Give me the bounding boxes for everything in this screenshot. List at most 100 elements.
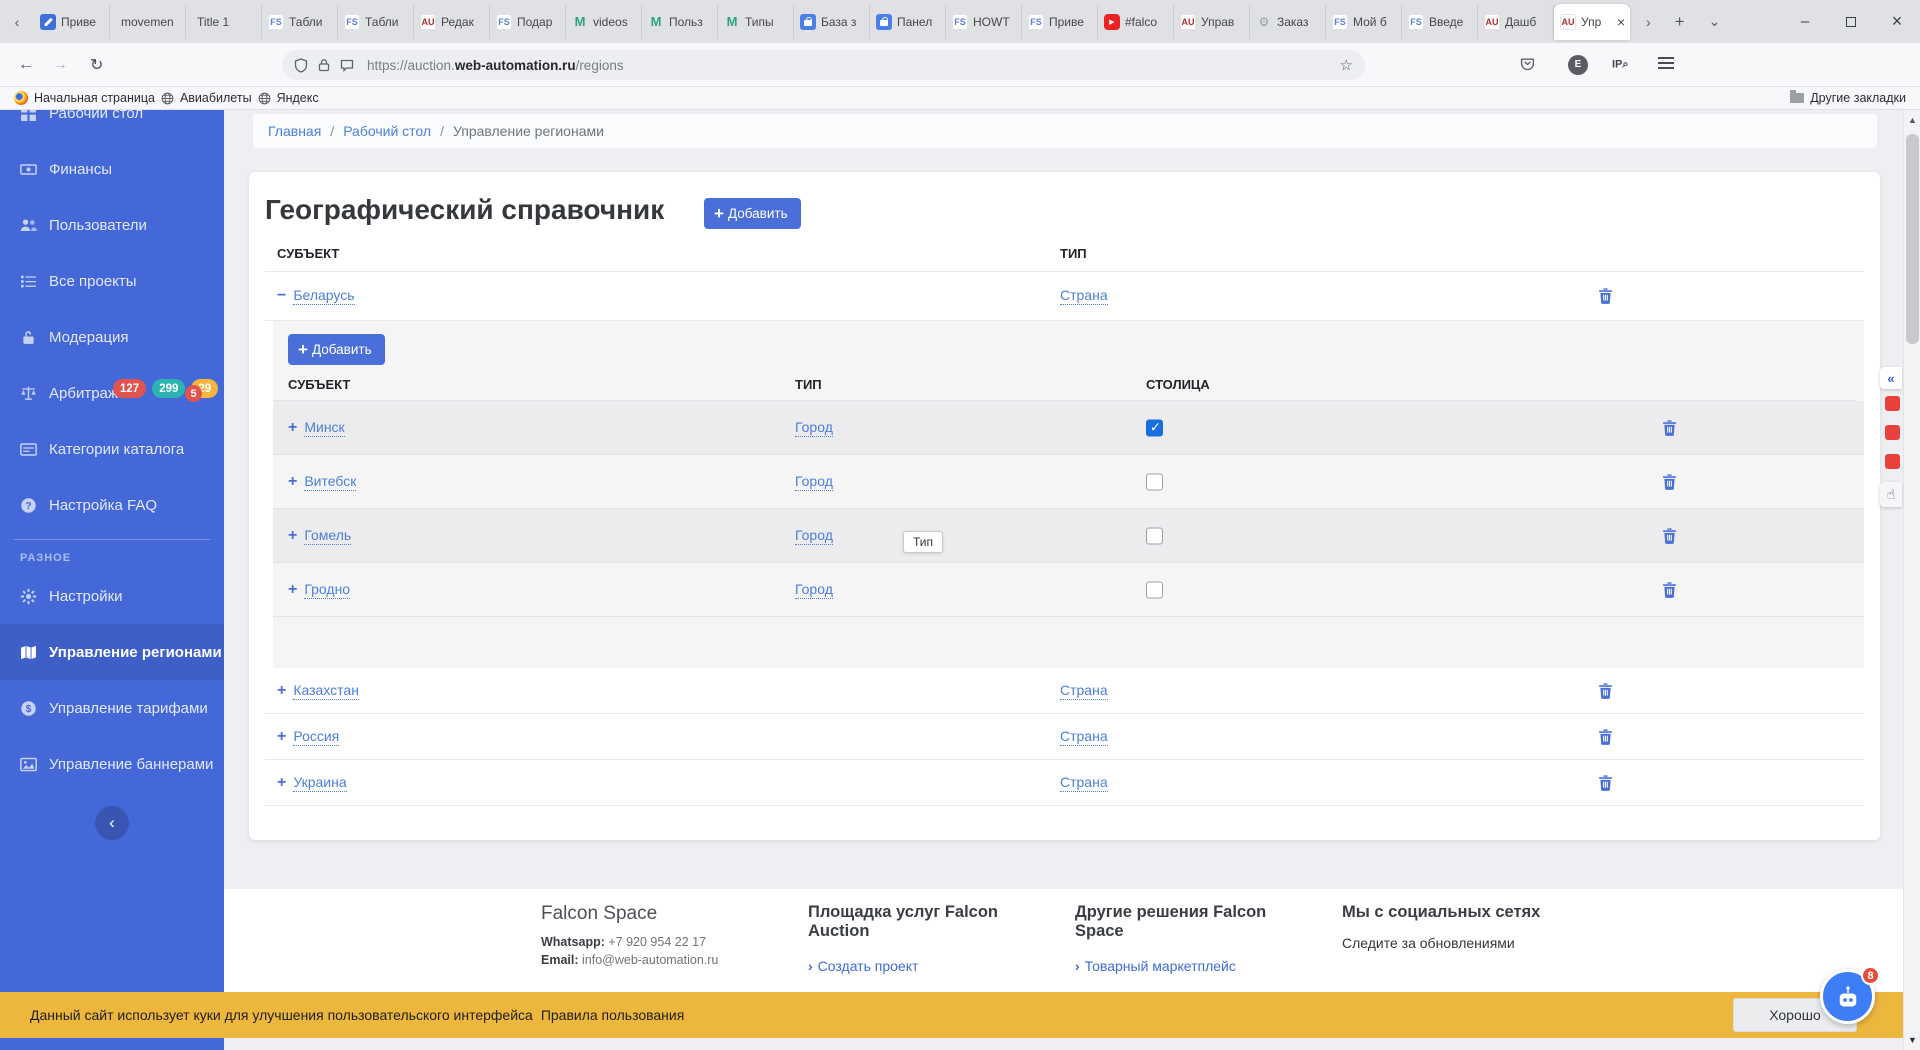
lock-icon[interactable] [317,58,331,72]
browser-tab[interactable]: Мой б × [1326,4,1402,39]
scroll-tabs-right-icon[interactable]: › [1646,14,1651,30]
expand-row-icon[interactable]: + [288,527,297,545]
sidebar-item-faq-settings[interactable]: ? Настройка FAQ [0,477,224,533]
trash-icon[interactable] [1598,288,1613,305]
add-region-button[interactable]: + Добавить [704,198,801,229]
trash-icon[interactable] [1662,581,1677,598]
type-link[interactable]: Город [795,473,833,491]
browser-tab[interactable]: Табли × [338,4,414,39]
ip-extension-icon[interactable]: IP⌕ [1612,58,1629,71]
sidebar-item-desktop[interactable]: Рабочий стол [0,110,224,141]
trash-icon[interactable] [1662,419,1677,436]
window-minimize-button[interactable]: – [1782,0,1828,43]
country-link[interactable]: Казахстан [293,682,359,700]
marketplace-link[interactable]: › Товарный маркетплейс [1075,958,1315,974]
trash-icon[interactable] [1598,728,1613,745]
browser-tab[interactable]: #falco × [1098,4,1174,39]
edge-notification-badge[interactable] [1885,425,1900,440]
browser-tab[interactable]: Title 1 × [186,4,262,39]
window-restore-button[interactable] [1828,0,1874,43]
browser-tab[interactable]: Табли × [262,4,338,39]
browser-tab[interactable]: Панел × [870,4,946,39]
edge-notification-badge[interactable] [1885,396,1900,411]
window-close-button[interactable]: × [1874,0,1920,43]
add-city-button[interactable]: + Добавить [288,334,385,365]
new-tab-button[interactable]: + [1675,12,1685,32]
sidebar-item-tariffs[interactable]: $ Управление тарифами [0,680,224,736]
scroll-tabs-left-icon[interactable]: ‹ [0,14,34,30]
breadcrumb-home-link[interactable]: Главная [268,123,321,139]
capital-checkbox[interactable] [1146,581,1163,598]
trash-icon[interactable] [1598,774,1613,791]
scrollbar-thumb[interactable] [1906,134,1919,344]
permissions-icon[interactable] [340,59,354,72]
forward-icon[interactable]: → [52,56,68,74]
scroll-up-icon[interactable]: ▲ [1904,115,1920,125]
capital-checkbox[interactable] [1146,419,1163,436]
reload-icon[interactable]: ↻ [90,55,103,75]
sidebar-item-finances[interactable]: Финансы [0,141,224,197]
edge-notification-badge[interactable] [1885,454,1900,469]
browser-tab[interactable]: Приве × [34,4,110,39]
browser-tab[interactable]: Типы × [718,4,794,39]
expand-row-icon[interactable]: + [277,682,286,700]
browser-tab[interactable]: Заказ × [1250,4,1326,39]
bookmark-item[interactable]: Начальная страница Авиабилеты Яндекс [14,91,319,105]
back-icon[interactable]: ← [18,56,34,74]
type-link[interactable]: Город [795,581,833,599]
capital-checkbox[interactable] [1146,473,1163,490]
scroll-down-icon[interactable]: ▼ [1904,1035,1920,1045]
bookmark-item[interactable]: Начальная страница [14,91,155,105]
trash-icon[interactable] [1662,473,1677,490]
sidebar-item-users[interactable]: Пользователи [0,197,224,253]
expand-row-icon[interactable]: + [277,774,286,792]
browser-tab[interactable]: Дашб × [1478,4,1554,39]
browser-tab[interactable]: Польз × [642,4,718,39]
sidebar-item-settings[interactable]: Настройки [0,568,224,624]
sidebar-collapse-button[interactable]: ‹ [95,806,129,840]
trash-icon[interactable] [1598,682,1613,699]
city-link[interactable]: Гродно [304,581,351,599]
browser-tab[interactable]: Упр × [1554,3,1630,40]
extension-e-avatar[interactable]: E [1568,54,1588,75]
cookie-rules-link[interactable]: Правила пользования [541,1007,685,1023]
list-tabs-icon[interactable]: ⌄ [1709,13,1721,30]
expand-row-icon[interactable]: + [288,419,297,437]
browser-tab[interactable]: movemen × [110,4,186,39]
url-bar[interactable]: https://auction.web-automation.ru/region… [282,50,1365,80]
sidebar-item-banners[interactable]: Управление баннерами [0,736,224,792]
create-project-link[interactable]: › Создать проект [808,958,1048,974]
browser-tab[interactable]: База з × [794,4,870,39]
browser-tab[interactable]: HOWT × [946,4,1022,39]
browser-tab[interactable]: Управ × [1174,4,1250,39]
browser-tab[interactable]: Введе × [1402,4,1478,39]
city-link[interactable]: Гомель [304,527,352,545]
type-link[interactable]: Город [795,419,833,437]
collapse-row-icon[interactable]: − [277,287,286,305]
breadcrumb-desktop-link[interactable]: Рабочий стол [343,123,431,139]
city-link[interactable]: Минск [304,419,345,437]
type-link[interactable]: Город [795,527,833,545]
other-bookmarks[interactable]: Другие закладки [1790,90,1906,105]
type-link[interactable]: Страна [1060,682,1108,700]
browser-tab[interactable]: videos × [566,4,642,39]
pocket-icon[interactable] [1520,58,1535,71]
shield-icon[interactable] [294,57,308,73]
country-link[interactable]: Беларусь [293,287,355,305]
capital-checkbox[interactable] [1146,527,1163,544]
bookmark-item[interactable]: Яндекс [258,91,319,105]
edge-hand-tool[interactable]: ☝ [1880,482,1902,507]
type-link[interactable]: Страна [1060,287,1108,305]
expand-row-icon[interactable]: + [288,581,297,599]
expand-row-icon[interactable]: + [288,473,297,491]
sidebar-item-catalog-categories[interactable]: Категории каталога [0,421,224,477]
country-link[interactable]: Украина [293,774,347,792]
country-link[interactable]: Россия [293,728,340,746]
sidebar-item-moderation[interactable]: Модерация [0,309,224,365]
tab-close-icon[interactable]: × [1617,14,1625,30]
expand-row-icon[interactable]: + [277,728,286,746]
type-link[interactable]: Страна [1060,774,1108,792]
browser-tab[interactable]: Редак × [414,4,490,39]
hamburger-menu-icon[interactable] [1658,57,1674,59]
type-link[interactable]: Страна [1060,728,1108,746]
